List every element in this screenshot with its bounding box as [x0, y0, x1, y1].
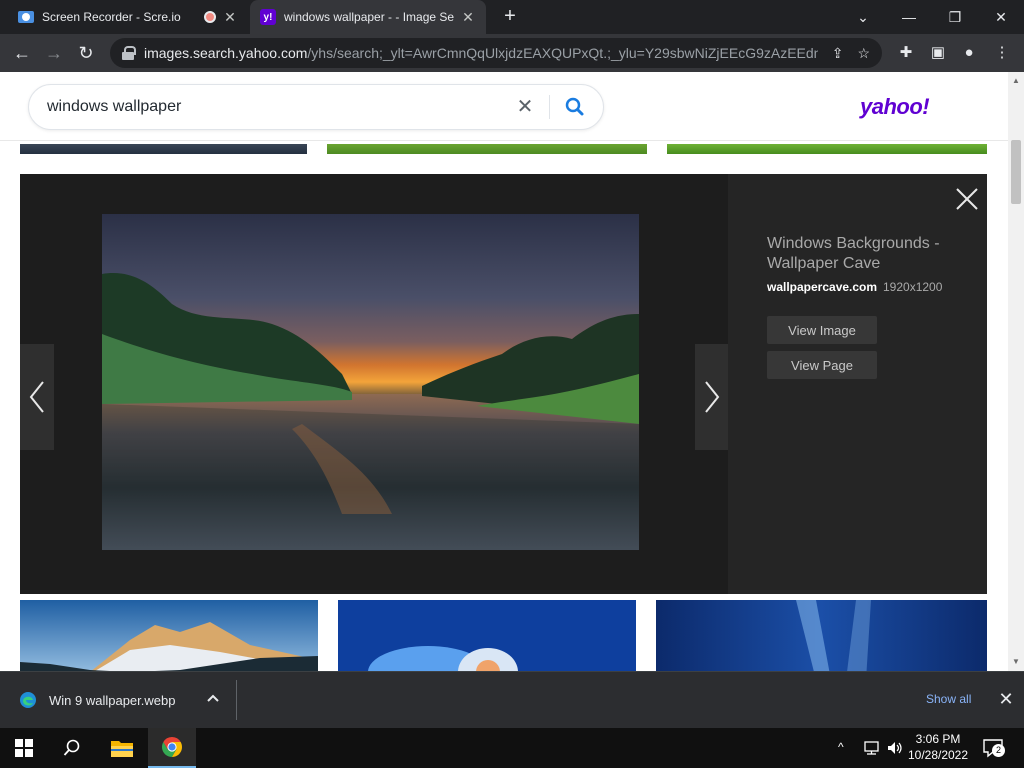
browser-toolbar: ← → ↻ images.search.yahoo.com/yhs/search…: [0, 34, 1024, 72]
volume-icon[interactable]: [886, 740, 904, 756]
file-explorer-icon[interactable]: [98, 728, 146, 768]
close-tab-icon[interactable]: ✕: [460, 9, 476, 26]
close-preview-icon[interactable]: [952, 184, 982, 214]
header-divider: [0, 140, 1008, 141]
preview-info-panel: Windows Backgrounds - Wallpaper Cave wal…: [728, 174, 987, 594]
yahoo-favicon-icon: y!: [260, 9, 276, 25]
reload-icon[interactable]: ↻: [73, 40, 99, 66]
tab-screen-recorder[interactable]: Screen Recorder - Scre.io ✕: [8, 0, 248, 34]
preview-image[interactable]: [102, 214, 639, 550]
restore-button[interactable]: ❐: [932, 0, 978, 34]
result-thumbnail[interactable]: [20, 144, 307, 154]
lock-icon[interactable]: [122, 46, 136, 60]
download-filename[interactable]: Win 9 wallpaper.webp: [49, 693, 175, 708]
scroll-up-icon[interactable]: ▲: [1012, 76, 1020, 85]
next-arrow-button[interactable]: [695, 344, 729, 450]
tab-title: Screen Recorder - Scre.io: [42, 10, 181, 24]
scrollbar-thumb[interactable]: [1011, 140, 1021, 204]
share-icon[interactable]: ⇪: [832, 45, 844, 62]
profile-icon[interactable]: ●: [958, 42, 980, 64]
network-icon[interactable]: [862, 740, 880, 756]
result-thumbnail[interactable]: [20, 600, 318, 671]
preview-source-link[interactable]: wallpapercave.com: [767, 280, 877, 294]
search-icon[interactable]: [561, 95, 589, 119]
minimize-button[interactable]: —: [886, 0, 932, 34]
download-bar: Win 9 wallpaper.webp Show all ✕: [0, 671, 1024, 728]
taskbar-clock[interactable]: 3:06 PM 10/28/2022: [906, 731, 970, 763]
preview-dimensions: 1920x1200: [883, 280, 943, 294]
screen-recorder-favicon-icon: [18, 11, 34, 23]
close-download-bar-icon[interactable]: ✕: [996, 689, 1016, 710]
preview-title[interactable]: Windows Backgrounds - Wallpaper Cave: [767, 234, 967, 274]
tab-strip: Screen Recorder - Scre.io ✕ y! windows w…: [0, 0, 1024, 34]
forward-icon[interactable]: →: [41, 40, 67, 66]
clock-date: 10/28/2022: [907, 748, 969, 762]
menu-kebab-icon[interactable]: ⋮: [991, 42, 1013, 64]
scroll-down-icon[interactable]: ▼: [1012, 657, 1020, 666]
result-thumbnail[interactable]: [667, 144, 987, 154]
chevron-up-icon[interactable]: [203, 688, 223, 708]
yahoo-logo[interactable]: yahoo!: [860, 94, 930, 120]
windows-taskbar: ^ 3:06 PM 10/28/2022 2: [0, 728, 1024, 768]
edge-file-icon: [19, 691, 37, 709]
taskbar-search-icon[interactable]: [48, 728, 96, 768]
show-all-downloads-link[interactable]: Show all: [926, 692, 971, 706]
view-image-button[interactable]: View Image: [767, 316, 877, 344]
result-thumbnail[interactable]: [338, 600, 636, 671]
url-text[interactable]: images.search.yahoo.com/yhs/search;_ylt=…: [144, 45, 818, 61]
search-box: ✕: [28, 84, 604, 130]
close-tab-icon[interactable]: ✕: [222, 9, 238, 26]
tab-yahoo-image-search[interactable]: y! windows wallpaper - - Image Search ✕: [250, 0, 486, 34]
page-content: ✕ yahoo!: [0, 72, 1008, 671]
back-icon[interactable]: ←: [9, 40, 35, 66]
extensions-icon[interactable]: ✚: [895, 42, 917, 64]
previous-arrow-button[interactable]: [20, 344, 54, 450]
show-hidden-icons-chevron-icon[interactable]: ^: [838, 740, 844, 754]
notifications-icon[interactable]: 2: [982, 738, 1005, 758]
notification-count-badge: 2: [992, 744, 1005, 757]
result-thumbnail[interactable]: [656, 600, 987, 671]
clock-time: 3:06 PM: [915, 732, 961, 746]
search-input[interactable]: [47, 85, 507, 129]
result-thumbnail[interactable]: [327, 144, 647, 154]
clear-search-icon[interactable]: ✕: [513, 95, 537, 119]
address-bar[interactable]: images.search.yahoo.com/yhs/search;_ylt=…: [110, 38, 882, 68]
view-page-button[interactable]: View Page: [767, 351, 877, 379]
download-divider: [236, 680, 237, 720]
search-divider: [549, 95, 550, 119]
bookmark-star-icon[interactable]: ☆: [857, 45, 870, 62]
vertical-scrollbar[interactable]: ▲ ▼: [1008, 72, 1024, 671]
side-panel-icon[interactable]: ▣: [927, 42, 949, 64]
new-tab-button[interactable]: +: [498, 5, 522, 29]
windows-start-icon[interactable]: [0, 728, 48, 768]
recording-icon: [204, 11, 216, 23]
chrome-taskbar-icon[interactable]: [148, 728, 196, 768]
image-preview-panel: Windows Backgrounds - Wallpaper Cave wal…: [20, 174, 987, 594]
tab-title: windows wallpaper - - Image Search: [284, 10, 454, 24]
tab-search-dropdown-icon[interactable]: ⌄: [840, 0, 886, 34]
close-window-button[interactable]: ✕: [978, 0, 1024, 34]
